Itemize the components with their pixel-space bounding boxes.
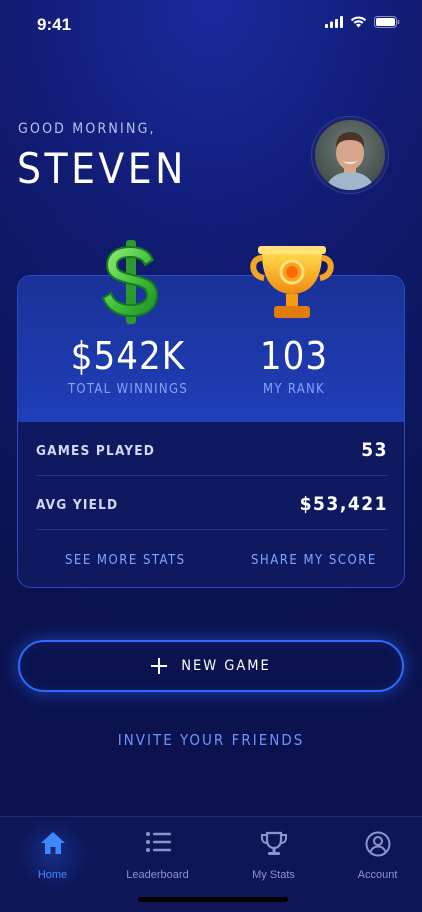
my-rank-stat: 103 MY RANK bbox=[234, 334, 354, 397]
status-icons bbox=[325, 16, 400, 28]
trophy-outline-icon bbox=[260, 831, 287, 855]
stats-card: $542K TOTAL WINNINGS 103 MY RANK GAMES P… bbox=[17, 275, 405, 588]
tab-home-label: Home bbox=[37, 869, 68, 881]
tab-account-label: Account bbox=[357, 869, 398, 881]
tab-my-stats-label: My Stats bbox=[252, 869, 295, 881]
share-my-score-link[interactable]: SHARE MY SCORE bbox=[251, 553, 377, 568]
invite-friends-link[interactable]: INVITE YOUR FRIENDS bbox=[0, 731, 422, 749]
avatar[interactable] bbox=[312, 117, 388, 193]
home-icon bbox=[40, 832, 65, 854]
new-game-button[interactable]: NEW GAME bbox=[18, 640, 404, 692]
plus-icon bbox=[151, 658, 168, 674]
see-more-stats-link[interactable]: SEE MORE STATS bbox=[65, 553, 186, 568]
user-icon bbox=[365, 831, 390, 857]
battery-icon bbox=[374, 16, 400, 28]
tab-leaderboard[interactable]: Leaderboard bbox=[105, 817, 210, 897]
status-bar: 9:41 bbox=[0, 0, 422, 48]
games-played-label: GAMES PLAYED bbox=[36, 443, 156, 459]
home-indicator bbox=[138, 897, 288, 902]
tab-home[interactable]: Home bbox=[0, 817, 105, 897]
dollar-icon bbox=[101, 240, 159, 324]
signal-icon bbox=[325, 16, 343, 28]
list-icon bbox=[145, 832, 171, 852]
stats-card-header: $542K TOTAL WINNINGS 103 MY RANK bbox=[18, 276, 404, 422]
avg-yield-value: $53,421 bbox=[299, 493, 388, 515]
avatar-photo bbox=[315, 120, 385, 190]
total-winnings-stat: $542K TOTAL WINNINGS bbox=[48, 334, 208, 397]
games-played-value: 53 bbox=[361, 439, 388, 461]
greeting-subtitle: GOOD MORNING, bbox=[18, 121, 156, 137]
trophy-icon bbox=[250, 246, 334, 318]
tab-leaderboard-label: Leaderboard bbox=[126, 869, 189, 881]
greeting-name: STEVEN bbox=[17, 144, 187, 193]
total-winnings-value: $542K bbox=[70, 334, 186, 378]
tab-my-stats[interactable]: My Stats bbox=[221, 817, 326, 897]
avg-yield-label: AVG YIELD bbox=[36, 497, 119, 513]
my-rank-value: 103 bbox=[259, 334, 329, 378]
tab-account[interactable]: Account bbox=[325, 817, 422, 897]
games-played-row: GAMES PLAYED 53 bbox=[36, 422, 388, 476]
avg-yield-row: AVG YIELD $53,421 bbox=[36, 476, 388, 530]
new-game-label: NEW GAME bbox=[181, 658, 271, 674]
wifi-icon bbox=[350, 16, 367, 28]
my-rank-label: MY RANK bbox=[262, 382, 326, 397]
total-winnings-label: TOTAL WINNINGS bbox=[67, 382, 189, 397]
status-time: 9:41 bbox=[37, 15, 72, 34]
